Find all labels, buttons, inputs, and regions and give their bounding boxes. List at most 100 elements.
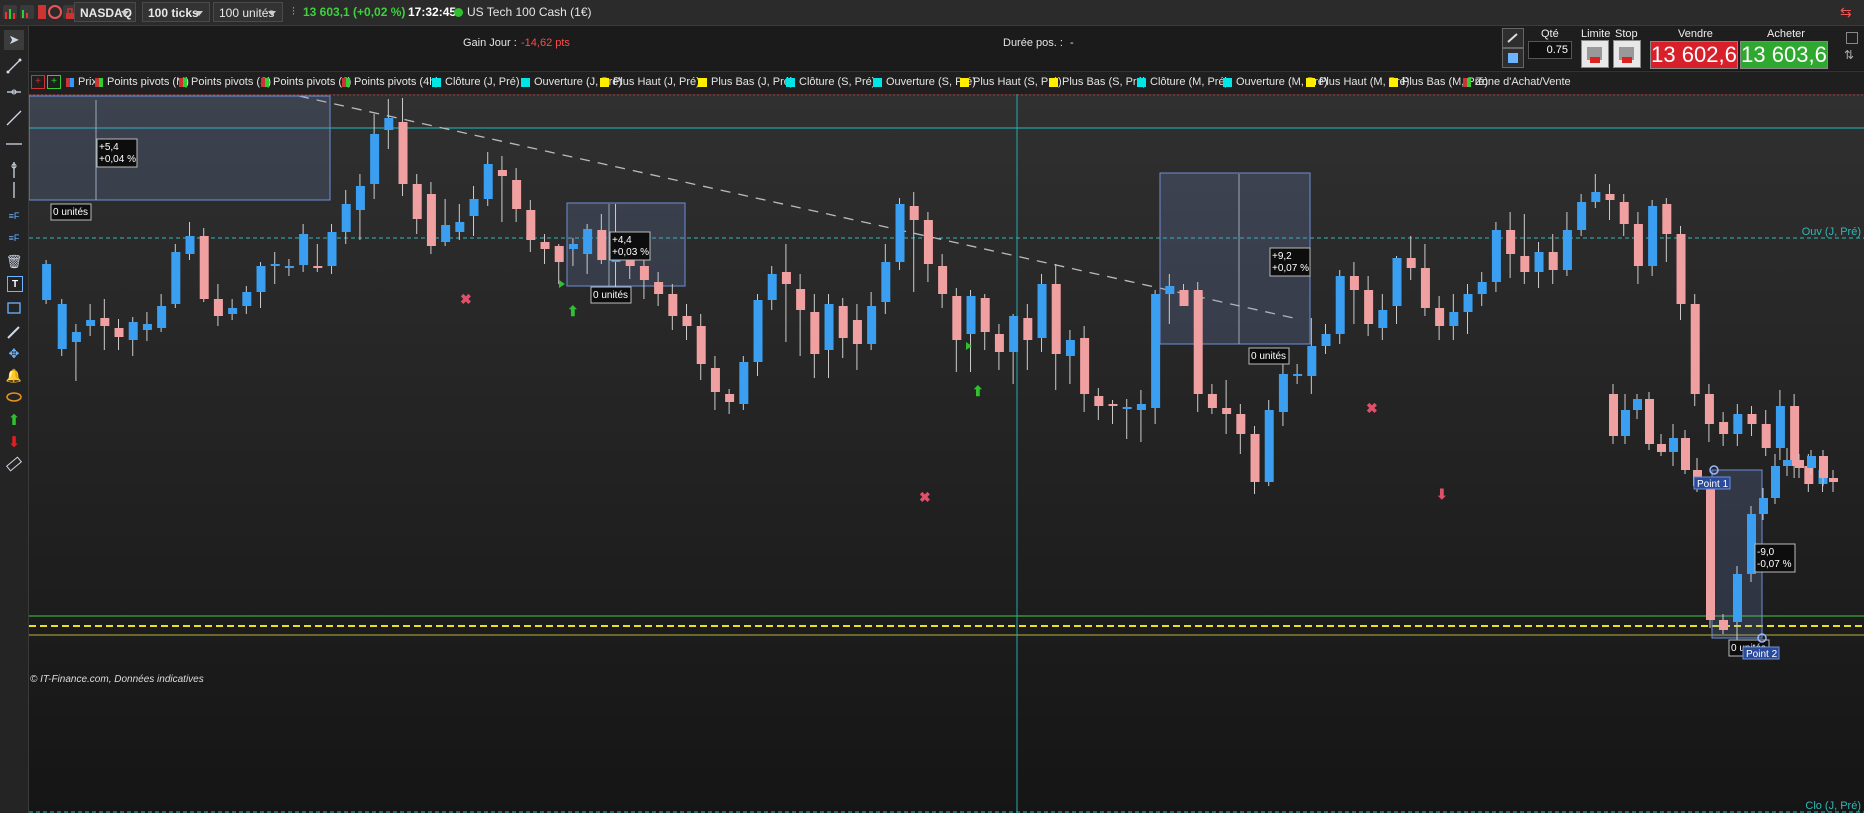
- price-chart[interactable]: ✖ ✖ ✖ ⬆ ⬆ ⬇ +5,4 +0,04 % 0 unités +4,4 +0,03 % 0 un…: [28, 74, 1864, 813]
- fibonacci-fan-icon[interactable]: ≡F: [4, 228, 24, 248]
- indicator-7[interactable]: Plus Haut (J, Pré): [600, 74, 700, 90]
- buy-button[interactable]: 13 603,6: [1740, 41, 1828, 69]
- candle-body: [256, 266, 266, 292]
- indicator-11[interactable]: Plus Haut (S, Pré): [960, 74, 1062, 90]
- timeframe-select[interactable]: 100 ticks: [142, 2, 210, 22]
- indicator-1[interactable]: Points pivots (M): [95, 74, 189, 90]
- indicator-12[interactable]: Plus Bas (S, Pré): [1049, 74, 1146, 90]
- trash-icon[interactable]: 🗑: [4, 252, 24, 272]
- indicators-icon[interactable]: [20, 5, 34, 19]
- indicator-2[interactable]: Points pivots (S): [179, 74, 271, 90]
- segment-tool-icon[interactable]: [4, 56, 24, 76]
- indicator-label: Clôture (J, Pré): [445, 76, 520, 88]
- clock-icon[interactable]: [48, 5, 62, 19]
- link-icon[interactable]: [38, 5, 46, 19]
- indicator-color-swatch: [698, 77, 707, 87]
- candle-body: [1136, 404, 1146, 410]
- units-label-3-text: 0 unités: [1251, 351, 1286, 362]
- limit-order-button[interactable]: [1581, 40, 1609, 68]
- sell-arrow-icon[interactable]: ⬇: [4, 432, 24, 452]
- candle-body: [128, 322, 138, 340]
- vertical-line-icon[interactable]: [4, 180, 24, 200]
- text-tool-icon[interactable]: T: [7, 276, 23, 292]
- measure-label-2-text: +4,4: [612, 235, 632, 246]
- chart-background: [29, 94, 1864, 813]
- indicator-17[interactable]: Zone d'Achat/Vente: [1463, 74, 1571, 90]
- fibonacci-icon[interactable]: ≡F: [4, 206, 24, 226]
- indicator-color-swatch: [1467, 77, 1471, 87]
- candle-body: [1733, 414, 1743, 434]
- indicator-5[interactable]: Clôture (J, Pré): [432, 74, 520, 90]
- candle-body: [1669, 438, 1678, 452]
- candle-body: [1094, 396, 1104, 406]
- chart-type-icon[interactable]: [3, 5, 17, 19]
- pencil-icon[interactable]: [4, 322, 24, 342]
- candle-body: [1307, 346, 1317, 376]
- alert-bell-icon[interactable]: 🔔: [4, 366, 24, 386]
- scroll-arrows-icon[interactable]: ⇅: [1844, 48, 1854, 62]
- indicator-color-swatch: [600, 77, 609, 87]
- indicator-label: Points pivots (4h): [354, 76, 439, 88]
- settings-wrench-icon[interactable]: [1502, 28, 1524, 48]
- candle-body: [1775, 406, 1785, 448]
- sell-button[interactable]: 13 602,6: [1650, 41, 1738, 69]
- position-info-row: Gain Jour : -14,62 pts Durée pos. : -: [29, 26, 1499, 70]
- add-overlay-icon[interactable]: +: [47, 75, 61, 89]
- candle-body: [1619, 202, 1629, 224]
- candle-body: [554, 246, 564, 262]
- candle-body: [1449, 312, 1459, 326]
- info-icon[interactable]: ⫶: [292, 0, 295, 25]
- market-select[interactable]: NASDAQ: [74, 2, 136, 22]
- candle-body: [1321, 334, 1331, 346]
- ruler-icon[interactable]: [4, 454, 24, 474]
- indicator-4[interactable]: Points pivots (4h): [342, 74, 439, 90]
- refresh-icon[interactable]: ⇆: [1840, 0, 1852, 25]
- candle-body: [639, 266, 649, 280]
- indicator-color-swatch: [1306, 77, 1315, 87]
- quantity-select[interactable]: 100 unités: [213, 2, 283, 22]
- horizontal-line-icon[interactable]: [4, 82, 24, 102]
- indicator-0[interactable]: Prix: [66, 74, 97, 90]
- candle-body: [441, 225, 451, 242]
- lasso-icon[interactable]: [4, 388, 24, 408]
- indicator-13[interactable]: Clôture (M, Pré): [1137, 74, 1228, 90]
- indicator-label: Plus Bas (J, Pré): [711, 76, 794, 88]
- candle-body: [1829, 478, 1838, 482]
- candle-body: [1236, 414, 1246, 434]
- indicator-9[interactable]: Clôture (S, Pré): [786, 74, 875, 90]
- calculator-icon[interactable]: [1502, 48, 1524, 68]
- indicator-color-swatch: [786, 77, 795, 87]
- cursor-icon[interactable]: ➤: [4, 30, 24, 50]
- candle-body: [370, 134, 380, 184]
- measure-box-1[interactable]: [28, 95, 331, 201]
- candle-body: [668, 294, 678, 316]
- candle-body: [767, 274, 777, 300]
- candle-body: [1207, 394, 1217, 408]
- add-indicator-icon[interactable]: +: [31, 75, 45, 89]
- units-label-2-text: 0 unités: [593, 290, 628, 301]
- instrument-name: US Tech 100 Cash (1€): [467, 5, 592, 19]
- candle-body: [199, 236, 209, 299]
- trendline-icon[interactable]: [4, 108, 24, 128]
- candle-body: [1657, 444, 1666, 452]
- candle-body: [1051, 284, 1061, 354]
- qty-input[interactable]: [1528, 41, 1572, 59]
- candle-body: [1719, 620, 1728, 630]
- indicator-3[interactable]: Points pivots (J): [261, 74, 351, 90]
- candle-body: [1108, 404, 1118, 406]
- rectangle-tool-icon[interactable]: [4, 298, 24, 318]
- hline-icon[interactable]: [4, 134, 24, 154]
- panel-checkbox[interactable]: [1846, 32, 1858, 44]
- buy-arrow-icon[interactable]: ⬆: [4, 410, 24, 430]
- move-icon[interactable]: ✥: [4, 344, 24, 364]
- candle-body: [1605, 194, 1615, 200]
- stop-order-button[interactable]: [1613, 40, 1641, 68]
- vline-icon[interactable]: [4, 160, 24, 180]
- candle-body: [455, 222, 465, 232]
- indicator-label: Plus Bas (S, Pré): [1062, 76, 1147, 88]
- candle-body: [1364, 290, 1374, 324]
- indicator-8[interactable]: Plus Bas (J, Pré): [698, 74, 794, 90]
- candle-body: [1645, 399, 1654, 444]
- candle-body: [384, 118, 394, 130]
- candle-body: [299, 234, 309, 265]
